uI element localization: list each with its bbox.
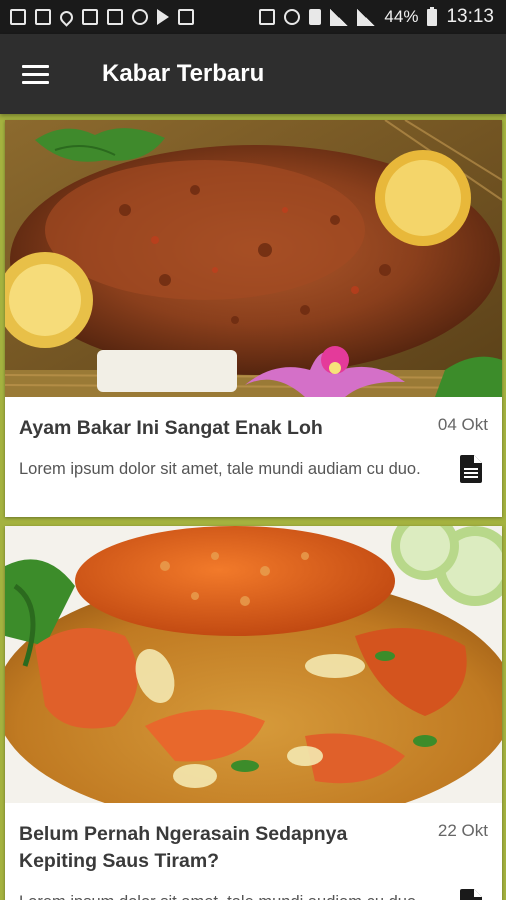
hamburger-menu-icon[interactable] <box>0 34 70 114</box>
battery-icon <box>427 6 438 26</box>
message-icon <box>10 9 26 25</box>
notification-icons <box>10 7 194 27</box>
article-card[interactable]: Belum Pernah Ngerasain Sedapnya Kepiting… <box>5 526 502 900</box>
store-icon <box>107 9 123 25</box>
system-icons: 44% 13:13 <box>259 6 494 28</box>
article-title[interactable]: Belum Pernah Ngerasain Sedapnya Kepiting… <box>19 821 399 875</box>
article-body: Belum Pernah Ngerasain Sedapnya Kepiting… <box>5 803 502 900</box>
telegram-icon <box>132 9 148 25</box>
app-bar: Kabar Terbaru <box>0 34 506 114</box>
status-bar: 44% 13:13 <box>0 0 506 34</box>
vibrate-icon <box>259 9 276 25</box>
document-icon[interactable] <box>460 889 482 900</box>
clock: 13:13 <box>446 6 494 27</box>
article-excerpt: Lorem ipsum dolor sit amet, tale mundi a… <box>19 460 421 478</box>
chili-crab-photo[interactable] <box>5 526 502 803</box>
article-excerpt: Lorem ipsum dolor sit amet, tale mundi a… <box>19 891 439 900</box>
article-title[interactable]: Ayam Bakar Ini Sangat Enak Loh <box>19 415 399 442</box>
data-saver-icon <box>309 9 322 25</box>
calendar-icon <box>178 9 194 25</box>
signal-strength-icon <box>357 8 376 26</box>
article-date: 04 Okt <box>437 415 488 434</box>
alarm-icon <box>284 9 301 25</box>
play-store-icon <box>157 9 169 25</box>
mail-icon <box>82 9 98 25</box>
signal-4g-icon <box>330 8 349 26</box>
article-card[interactable]: Ayam Bakar Ini Sangat Enak Loh 04 Okt Lo… <box>5 120 502 517</box>
location-icon <box>57 7 76 27</box>
page-title: Kabar Terbaru <box>102 60 265 87</box>
news-feed[interactable]: Ayam Bakar Ini Sangat Enak Loh 04 Okt Lo… <box>0 114 506 900</box>
article-body: Ayam Bakar Ini Sangat Enak Loh 04 Okt Lo… <box>5 397 502 483</box>
grilled-chicken-photo[interactable] <box>5 120 502 397</box>
battery-percentage: 44% <box>384 7 419 26</box>
article-date: 22 Okt <box>437 821 488 840</box>
keyboard-icon <box>35 9 51 25</box>
document-icon[interactable] <box>460 455 482 483</box>
